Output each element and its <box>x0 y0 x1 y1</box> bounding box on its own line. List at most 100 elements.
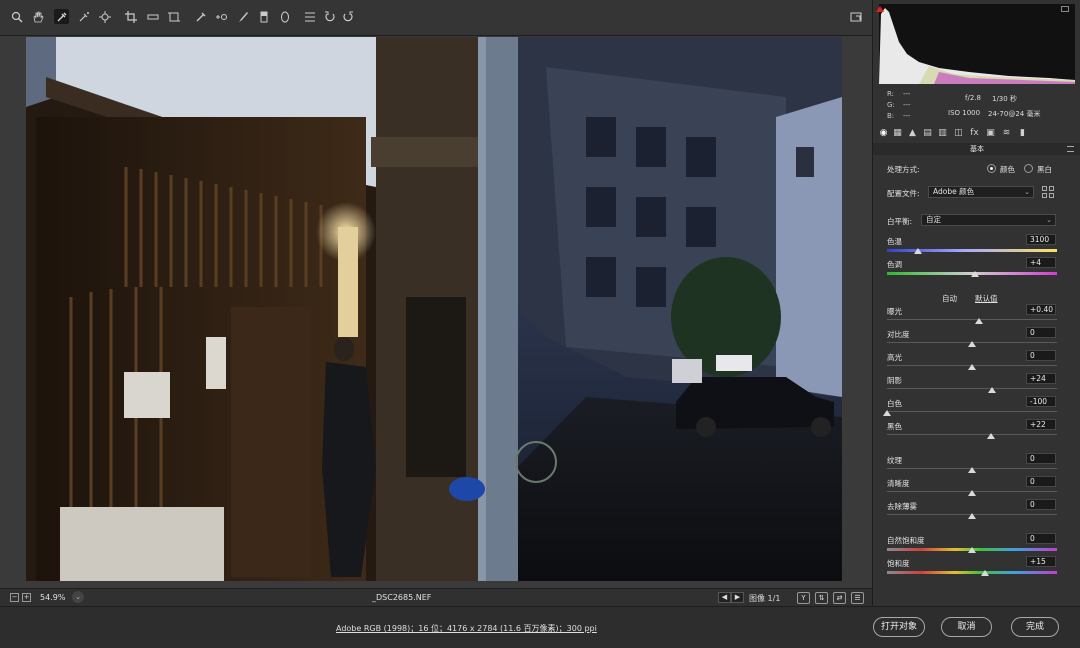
tint-slider-thumb[interactable] <box>971 271 980 277</box>
temperature-slider-thumb[interactable] <box>913 248 922 254</box>
tab-calibration-icon[interactable]: ▣ <box>985 128 996 139</box>
dehaze-value-field[interactable]: 0 <box>1026 499 1056 510</box>
workflow-options-link[interactable]: Adobe RGB (1998)；16 位；4176 x 2784 (11.6 … <box>336 623 597 634</box>
canvas-area <box>0 36 872 588</box>
tab-effects-icon[interactable]: fx <box>969 128 980 139</box>
tab-tone-curve-icon[interactable]: ▦ <box>892 128 903 139</box>
zoom-level[interactable]: 54.9% <box>40 593 65 602</box>
done-button[interactable]: 完成 <box>1011 617 1059 637</box>
exif-iso: ISO 1000 <box>948 109 981 117</box>
photo-preview[interactable] <box>26 37 842 581</box>
crop-icon[interactable] <box>123 9 138 24</box>
whites-slider-thumb[interactable] <box>883 410 891 416</box>
shadows-slider-thumb[interactable] <box>988 387 997 393</box>
zoom-out-button[interactable]: − <box>10 593 19 602</box>
rgb-r-value: --- <box>903 90 911 98</box>
filename: _DSC2685.NEF <box>372 593 432 602</box>
zoom-in-button[interactable]: + <box>22 593 31 602</box>
view-settings-button[interactable]: ☰ <box>851 592 864 604</box>
texture-value-field[interactable]: 0 <box>1026 453 1056 464</box>
treatment-bw-radio[interactable] <box>1024 164 1033 173</box>
highlights-value-field[interactable]: 0 <box>1026 350 1056 361</box>
whites-slider[interactable] <box>887 411 1057 412</box>
exposure-value-field[interactable]: +0.40 <box>1026 304 1056 315</box>
rotate-left-icon[interactable] <box>322 9 337 24</box>
cancel-button[interactable]: 取消 <box>941 617 992 637</box>
highlight-clipping-icon[interactable] <box>1061 6 1069 12</box>
tab-presets-icon[interactable]: ≋ <box>1001 128 1012 139</box>
profile-browser-icon[interactable] <box>1042 186 1056 200</box>
preferences-icon[interactable] <box>302 9 317 24</box>
straighten-icon[interactable] <box>145 9 160 24</box>
treatment-color-label: 颜色 <box>1000 165 1015 174</box>
whites-value-field[interactable]: -100 <box>1026 396 1056 407</box>
clarity-value-field[interactable]: 0 <box>1026 476 1056 487</box>
adjustment-brush-icon[interactable] <box>235 9 250 24</box>
tint-label: 色调 <box>887 260 902 269</box>
blacks-slider[interactable] <box>887 434 1057 435</box>
whites-label: 白色 <box>887 399 902 408</box>
white-balance-icon[interactable] <box>54 9 69 24</box>
radial-filter-icon[interactable] <box>277 9 292 24</box>
vibrance-value-field[interactable]: 0 <box>1026 533 1056 544</box>
tab-basic-icon[interactable]: ◉ <box>878 128 889 139</box>
section-menu-icon[interactable] <box>1067 146 1074 152</box>
texture-slider-thumb[interactable] <box>968 467 976 473</box>
exposure-slider[interactable] <box>887 319 1057 320</box>
tab-split-toning-icon[interactable]: ▥ <box>937 128 948 139</box>
hand-icon[interactable] <box>30 9 45 24</box>
highlights-slider-thumb[interactable] <box>968 364 976 370</box>
blacks-value-field[interactable]: +22 <box>1026 419 1056 430</box>
clarity-label: 清晰度 <box>887 479 910 488</box>
toolbar <box>0 0 872 36</box>
before-after-swap-button[interactable]: ⇅ <box>815 592 828 604</box>
tab-detail-icon[interactable]: ▲ <box>907 128 918 139</box>
saturation-slider[interactable] <box>887 571 1057 574</box>
rgb-g-label: G: <box>887 101 895 109</box>
temperature-value-field[interactable]: 3100 <box>1026 234 1056 245</box>
texture-label: 纹理 <box>887 456 902 465</box>
tab-hsl-icon[interactable]: ▤ <box>922 128 933 139</box>
chevron-down-icon: ⌄ <box>1024 188 1030 196</box>
profile-select[interactable]: Adobe 颜色 ⌄ <box>928 186 1034 198</box>
clarity-slider-thumb[interactable] <box>968 490 976 496</box>
vibrance-slider-thumb[interactable] <box>968 547 976 553</box>
default-link[interactable]: 默认值 <box>975 293 998 304</box>
tint-value-field[interactable]: +4 <box>1026 257 1056 268</box>
dehaze-slider-thumb[interactable] <box>968 513 976 519</box>
graduated-filter-icon[interactable] <box>256 9 271 24</box>
exif-lens: 24-70@24 毫米 <box>988 110 1041 118</box>
fullscreen-icon[interactable] <box>848 9 863 24</box>
transform-icon[interactable] <box>166 9 181 24</box>
contrast-value-field[interactable]: 0 <box>1026 327 1056 338</box>
temperature-slider[interactable] <box>887 249 1057 252</box>
shadows-value-field[interactable]: +24 <box>1026 373 1056 384</box>
rgb-r-label: R: <box>887 90 895 98</box>
tab-snapshots-icon[interactable]: ▮ <box>1017 128 1028 139</box>
before-after-copy-button[interactable]: ⇄ <box>833 592 846 604</box>
prev-image-button[interactable]: ◀ <box>718 592 731 603</box>
zoom-dropdown-icon[interactable]: ⌄ <box>72 591 84 603</box>
auto-link[interactable]: 自动 <box>942 293 957 304</box>
exposure-slider-thumb[interactable] <box>974 318 983 324</box>
blacks-slider-thumb[interactable] <box>986 433 995 439</box>
zoom-icon[interactable] <box>9 9 24 24</box>
saturation-value-field[interactable]: +15 <box>1026 556 1056 567</box>
shadow-clipping-icon[interactable] <box>876 6 884 12</box>
rotate-right-icon[interactable] <box>340 9 355 24</box>
before-after-y-button[interactable]: Y <box>797 592 810 604</box>
red-eye-icon[interactable] <box>214 9 229 24</box>
treatment-color-radio[interactable] <box>987 164 996 173</box>
contrast-slider-thumb[interactable] <box>968 341 976 347</box>
target-adjust-icon[interactable] <box>97 9 112 24</box>
vibrance-label: 自然饱和度 <box>887 536 925 545</box>
white-balance-select[interactable]: 自定 ⌄ <box>921 214 1056 226</box>
saturation-slider-thumb[interactable] <box>980 570 989 576</box>
spot-removal-icon[interactable] <box>193 9 208 24</box>
open-object-button[interactable]: 打开对象 <box>873 617 925 637</box>
color-sampler-icon[interactable] <box>76 9 91 24</box>
footer-bar: Adobe RGB (1998)；16 位；4176 x 2784 (11.6 … <box>0 606 1080 648</box>
next-image-button[interactable]: ▶ <box>731 592 744 603</box>
shadows-slider[interactable] <box>887 388 1057 389</box>
tab-lens-icon[interactable]: ◫ <box>953 128 964 139</box>
